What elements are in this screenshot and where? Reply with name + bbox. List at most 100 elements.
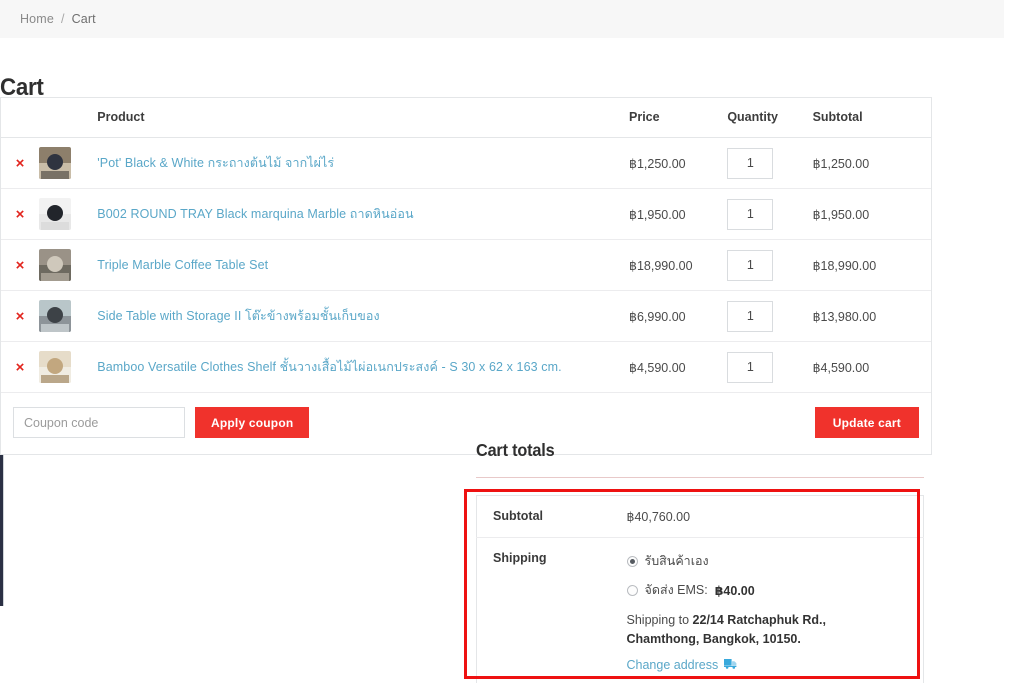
remove-item-button[interactable]: × bbox=[1, 156, 39, 171]
product-link[interactable]: Bamboo Versatile Clothes Shelf ชั้นวางเส… bbox=[97, 360, 561, 374]
column-header-thumbnail bbox=[39, 98, 98, 138]
shipping-radio[interactable] bbox=[626, 584, 638, 596]
shipping-cell: รับสินค้าเองจัดส่ง EMS: ฿40.00 Shipping t… bbox=[626, 537, 924, 683]
column-header-product: Product bbox=[97, 98, 629, 138]
table-row: × Bamboo Versatile Clothes Shelf ชั้นวางเ… bbox=[1, 341, 931, 393]
quantity-cell bbox=[727, 239, 813, 291]
subtotal-value: ฿40,760.00 bbox=[626, 510, 691, 524]
remove-cell: × bbox=[1, 290, 40, 342]
product-price: ฿1,250.00 bbox=[629, 137, 728, 189]
product-name-cell: Side Table with Storage II โต๊ะข้างพร้อม… bbox=[97, 290, 629, 342]
product-subtotal: ฿18,990.00 bbox=[812, 239, 931, 291]
shipping-option[interactable]: จัดส่ง EMS: ฿40.00 bbox=[626, 580, 910, 600]
update-cart-group: Update cart bbox=[629, 407, 931, 438]
product-name-cell: Triple Marble Coffee Table Set bbox=[97, 239, 629, 291]
apply-coupon-button[interactable]: Apply coupon bbox=[195, 407, 310, 438]
product-link[interactable]: B002 ROUND TRAY Black marquina Marble ถา… bbox=[97, 207, 413, 221]
change-address-link[interactable]: Change address bbox=[627, 658, 738, 672]
breadcrumb-current: Cart bbox=[71, 12, 96, 26]
shipping-option-price: ฿40.00 bbox=[714, 583, 755, 598]
product-thumbnail[interactable] bbox=[39, 300, 72, 332]
remove-cell: × bbox=[1, 188, 40, 240]
cart-table-container: Product Price Quantity Subtotal × 'Pot' B… bbox=[0, 97, 932, 455]
subtotal-label: Subtotal bbox=[493, 509, 543, 523]
cart-table: Product Price Quantity Subtotal × 'Pot' B… bbox=[1, 98, 931, 454]
thumbnail-cell bbox=[39, 188, 98, 240]
product-thumbnail[interactable] bbox=[39, 249, 72, 281]
table-row: × Triple Marble Coffee Table Set ฿18,990.0… bbox=[1, 239, 931, 291]
cart-totals-table: Subtotal ฿40,760.00 Shipping รับสินค้าเอ… bbox=[476, 495, 924, 683]
breadcrumb-home-link[interactable]: Home bbox=[20, 12, 54, 26]
change-address-label: Change address bbox=[626, 657, 719, 672]
coupon-group: Apply coupon bbox=[1, 407, 629, 438]
product-price: ฿18,990.00 bbox=[629, 239, 728, 291]
thumbnail-cell bbox=[39, 239, 98, 291]
remove-cell: × bbox=[1, 239, 40, 291]
thumbnail-cell bbox=[39, 137, 98, 189]
remove-item-button[interactable]: × bbox=[1, 258, 39, 273]
quantity-stepper[interactable] bbox=[727, 249, 774, 281]
shipping-radio[interactable] bbox=[626, 555, 638, 567]
column-header-subtotal: Subtotal bbox=[812, 98, 931, 138]
shipping-to-prefix: Shipping to bbox=[626, 613, 690, 627]
shipping-options-list: รับสินค้าเองจัดส่ง EMS: ฿40.00 bbox=[626, 551, 910, 600]
quantity-stepper[interactable] bbox=[727, 147, 774, 179]
totals-row-subtotal: Subtotal ฿40,760.00 bbox=[477, 496, 924, 538]
breadcrumb-bar: Home / Cart bbox=[0, 0, 1004, 38]
quantity-cell bbox=[727, 188, 813, 240]
thumbnail-cell bbox=[39, 290, 98, 342]
cart-totals-title: Cart totals bbox=[476, 440, 555, 460]
product-name-cell: B002 ROUND TRAY Black marquina Marble ถา… bbox=[97, 188, 629, 240]
product-subtotal: ฿1,250.00 bbox=[812, 137, 931, 189]
table-row: × Side Table with Storage II โต๊ะข้างพร้อ… bbox=[1, 290, 931, 342]
remove-cell: × bbox=[1, 341, 40, 393]
breadcrumb: Home / Cart bbox=[0, 12, 96, 26]
product-thumbnail[interactable] bbox=[39, 198, 72, 230]
delivery-truck-icon bbox=[724, 658, 737, 672]
thumbnail-cell bbox=[39, 341, 98, 393]
product-link[interactable]: Side Table with Storage II โต๊ะข้างพร้อม… bbox=[97, 309, 379, 323]
shipping-option[interactable]: รับสินค้าเอง bbox=[626, 551, 910, 571]
table-row: × B002 ROUND TRAY Black marquina Marble ถ… bbox=[1, 188, 931, 240]
product-thumbnail[interactable] bbox=[39, 147, 72, 179]
totals-row-shipping: Shipping รับสินค้าเองจัดส่ง EMS: ฿40.00 S… bbox=[476, 537, 924, 683]
quantity-stepper[interactable] bbox=[727, 198, 774, 230]
product-price: ฿4,590.00 bbox=[629, 341, 728, 393]
product-thumbnail[interactable] bbox=[39, 351, 72, 383]
breadcrumb-separator: / bbox=[60, 12, 65, 26]
remove-cell: × bbox=[1, 137, 40, 189]
cart-header-row: Product Price Quantity Subtotal bbox=[1, 98, 931, 138]
table-row: × 'Pot' Black & White กระถางต้นไม้ จากไผ่… bbox=[1, 137, 931, 189]
product-name-cell: 'Pot' Black & White กระถางต้นไม้ จากไผ่ไ… bbox=[97, 137, 629, 189]
quantity-cell bbox=[727, 137, 813, 189]
column-header-quantity: Quantity bbox=[727, 98, 813, 138]
quantity-stepper[interactable] bbox=[727, 351, 774, 383]
cart-totals-section: Cart totals Subtotal ฿40,760.00 Shipping… bbox=[476, 440, 924, 683]
cart-page: Home / Cart Cart Product Price Quantity … bbox=[0, 0, 1024, 683]
quantity-cell bbox=[727, 341, 813, 393]
quantity-stepper[interactable] bbox=[727, 300, 774, 332]
shipping-option-label: รับสินค้าเอง bbox=[644, 554, 709, 568]
product-subtotal: ฿4,590.00 bbox=[812, 341, 931, 393]
cart-table-head: Product Price Quantity Subtotal bbox=[1, 98, 931, 138]
shipping-label: Shipping bbox=[476, 537, 627, 683]
update-cart-button[interactable]: Update cart bbox=[814, 407, 919, 438]
shipping-option-label: จัดส่ง EMS: bbox=[644, 583, 708, 597]
quantity-cell bbox=[727, 290, 813, 342]
remove-item-button[interactable]: × bbox=[1, 309, 39, 324]
cart-table-body: × 'Pot' Black & White กระถางต้นไม้ จากไผ่… bbox=[1, 137, 931, 393]
cart-totals-divider bbox=[476, 477, 924, 478]
product-subtotal: ฿13,980.00 bbox=[812, 290, 931, 342]
product-price: ฿6,990.00 bbox=[629, 290, 728, 342]
shipping-address-text: Shipping to 22/14 Ratchaphuk Rd., Chamth… bbox=[627, 611, 882, 649]
column-header-price: Price bbox=[629, 98, 728, 138]
remove-item-button[interactable]: × bbox=[1, 207, 39, 222]
remove-item-button[interactable]: × bbox=[1, 360, 39, 375]
coupon-code-input[interactable] bbox=[13, 407, 185, 438]
column-header-remove bbox=[1, 98, 40, 138]
product-link[interactable]: 'Pot' Black & White กระถางต้นไม้ จากไผ่ไ… bbox=[97, 156, 334, 170]
product-subtotal: ฿1,950.00 bbox=[812, 188, 931, 240]
product-name-cell: Bamboo Versatile Clothes Shelf ชั้นวางเส… bbox=[97, 341, 629, 393]
product-price: ฿1,950.00 bbox=[629, 188, 728, 240]
product-link[interactable]: Triple Marble Coffee Table Set bbox=[97, 258, 268, 272]
